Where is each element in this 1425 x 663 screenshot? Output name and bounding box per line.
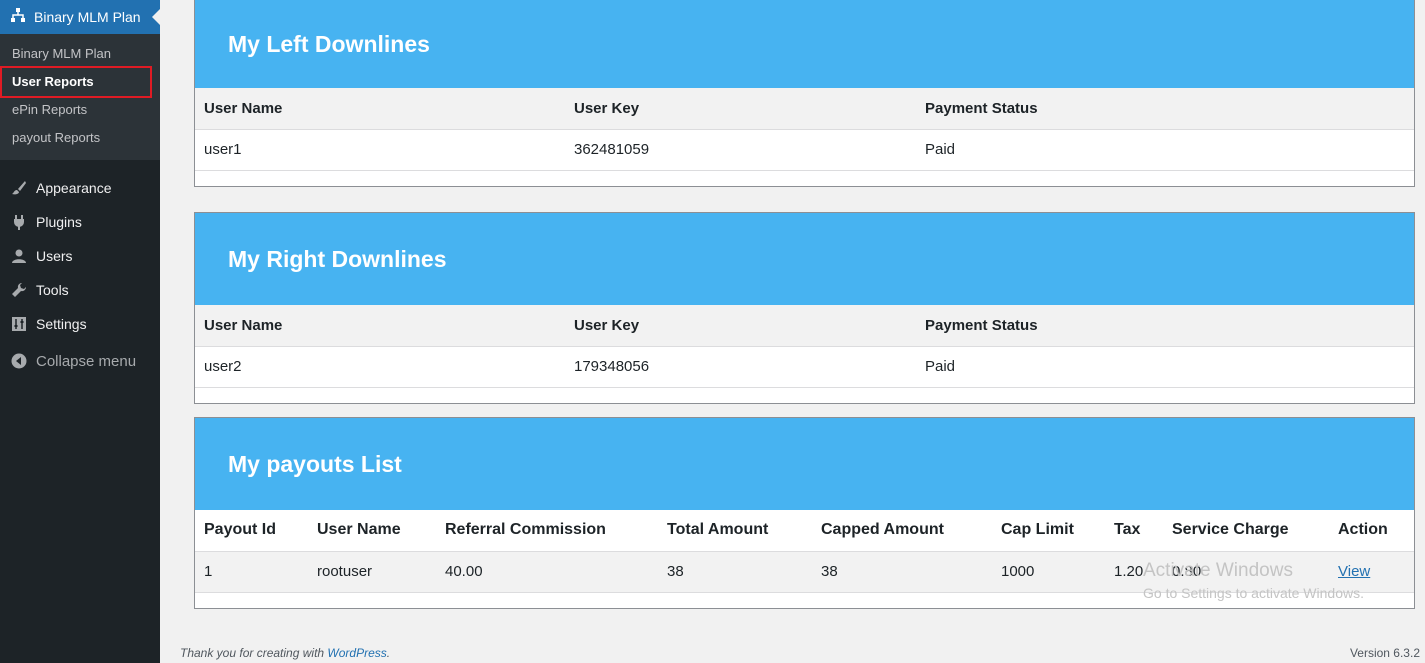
table-cell: rootuser (308, 551, 436, 593)
table-row: 1 rootuser 40.00 38 38 1000 1.20 0.80 Vi… (195, 551, 1414, 593)
table-cell: Paid (916, 129, 1414, 171)
column-header: Payment Status (916, 305, 1414, 347)
panel-header: My payouts List (195, 418, 1414, 510)
current-arrow (152, 9, 160, 25)
table-cell: 1 (195, 551, 308, 593)
table-row: user1 362481059 Paid (195, 129, 1414, 171)
table-cell: user1 (195, 129, 565, 171)
table-cell: Paid (916, 346, 1414, 388)
column-header: User Key (565, 305, 916, 347)
table-cell: user2 (195, 346, 565, 388)
plug-icon (10, 213, 28, 231)
submenu-item-user-reports[interactable]: User Reports (0, 66, 160, 98)
payouts-table: Payout Id User Name Referral Commission … (195, 510, 1414, 593)
menu-binary-mlm-plan[interactable]: Binary MLM Plan (0, 0, 160, 34)
table-header-row: User Name User Key Payment Status (195, 88, 1414, 130)
menu-tools[interactable]: Tools (0, 273, 160, 307)
panel-header: My Left Downlines (195, 0, 1414, 88)
collapse-menu-button[interactable]: Collapse menu (0, 341, 160, 381)
view-link[interactable]: View (1338, 563, 1370, 580)
version-text: Version 6.3.2 (1349, 646, 1420, 660)
column-header: Payout Id (195, 510, 308, 552)
column-header: User Name (308, 510, 436, 552)
table-header-row: Payout Id User Name Referral Commission … (195, 510, 1414, 552)
column-header: Action (1329, 510, 1414, 552)
submenu-item-payout-reports[interactable]: payout Reports (0, 124, 160, 152)
submenu-item-epin-reports[interactable]: ePin Reports (0, 96, 160, 124)
highlight-box (0, 66, 152, 98)
menu-label: Appearance (36, 180, 112, 196)
wrench-icon (10, 281, 28, 299)
payouts-panel: My payouts List Payout Id User Name Refe… (194, 417, 1415, 609)
panel-title: My payouts List (228, 450, 402, 477)
menu-users[interactable]: Users (0, 239, 160, 273)
column-header: User Name (195, 305, 565, 347)
column-header: User Name (195, 88, 565, 130)
table-header-row: User Name User Key Payment Status (195, 305, 1414, 347)
right-downlines-panel: My Right Downlines User Name User Key Pa… (194, 212, 1415, 404)
table-cell: 0.80 (1163, 551, 1329, 593)
left-downlines-panel: My Left Downlines User Name User Key Pay… (194, 0, 1415, 187)
table-cell: 1.20 (1105, 551, 1163, 593)
footer-period: . (386, 646, 391, 660)
column-header: User Key (565, 88, 916, 130)
table-cell: View (1329, 551, 1414, 593)
menu-label: Plugins (36, 214, 82, 230)
sitemap-icon (10, 7, 26, 28)
user-icon (10, 247, 28, 265)
menu-label: Settings (36, 316, 87, 332)
menu-top-label: Binary MLM Plan (34, 9, 141, 25)
table-cell: 40.00 (436, 551, 658, 593)
right-downlines-table: User Name User Key Payment Status user2 … (195, 305, 1414, 388)
collapse-icon (10, 352, 28, 370)
column-header: Service Charge (1163, 510, 1329, 552)
menu-appearance[interactable]: Appearance (0, 171, 160, 205)
menu-label: Tools (36, 282, 69, 298)
column-header: Capped Amount (812, 510, 992, 552)
panel-header: My Right Downlines (195, 213, 1414, 305)
column-header: Referral Commission (436, 510, 658, 552)
wordpress-link[interactable]: WordPress (327, 646, 386, 660)
admin-footer: Thank you for creating with WordPress. V… (180, 646, 1420, 660)
sliders-icon (10, 315, 28, 333)
table-cell: 362481059 (565, 129, 916, 171)
menu-plugins[interactable]: Plugins (0, 205, 160, 239)
table-cell: 38 (812, 551, 992, 593)
paintbrush-icon (10, 179, 28, 197)
left-downlines-table: User Name User Key Payment Status user1 … (195, 88, 1414, 171)
submenu: Binary MLM Plan User Reports ePin Report… (0, 34, 160, 160)
table-cell: 179348056 (565, 346, 916, 388)
column-header: Tax (1105, 510, 1163, 552)
column-header: Payment Status (916, 88, 1414, 130)
panel-title: My Left Downlines (228, 30, 430, 57)
menu-settings[interactable]: Settings (0, 307, 160, 341)
column-header: Cap Limit (992, 510, 1105, 552)
column-header: Total Amount (658, 510, 812, 552)
panel-title: My Right Downlines (228, 245, 447, 272)
main-content: My Left Downlines User Name User Key Pay… (160, 0, 1425, 663)
admin-sidebar: Binary MLM Plan Binary MLM Plan User Rep… (0, 0, 160, 663)
table-cell: 38 (658, 551, 812, 593)
menu-label: Users (36, 248, 73, 264)
table-row: user2 179348056 Paid (195, 346, 1414, 388)
collapse-label: Collapse menu (36, 352, 137, 370)
submenu-item-binary-mlm-plan[interactable]: Binary MLM Plan (0, 40, 160, 68)
table-cell: 1000 (992, 551, 1105, 593)
footer-thanks-text: Thank you for creating with (180, 646, 328, 660)
footer-thanks: Thank you for creating with WordPress. (180, 646, 390, 660)
